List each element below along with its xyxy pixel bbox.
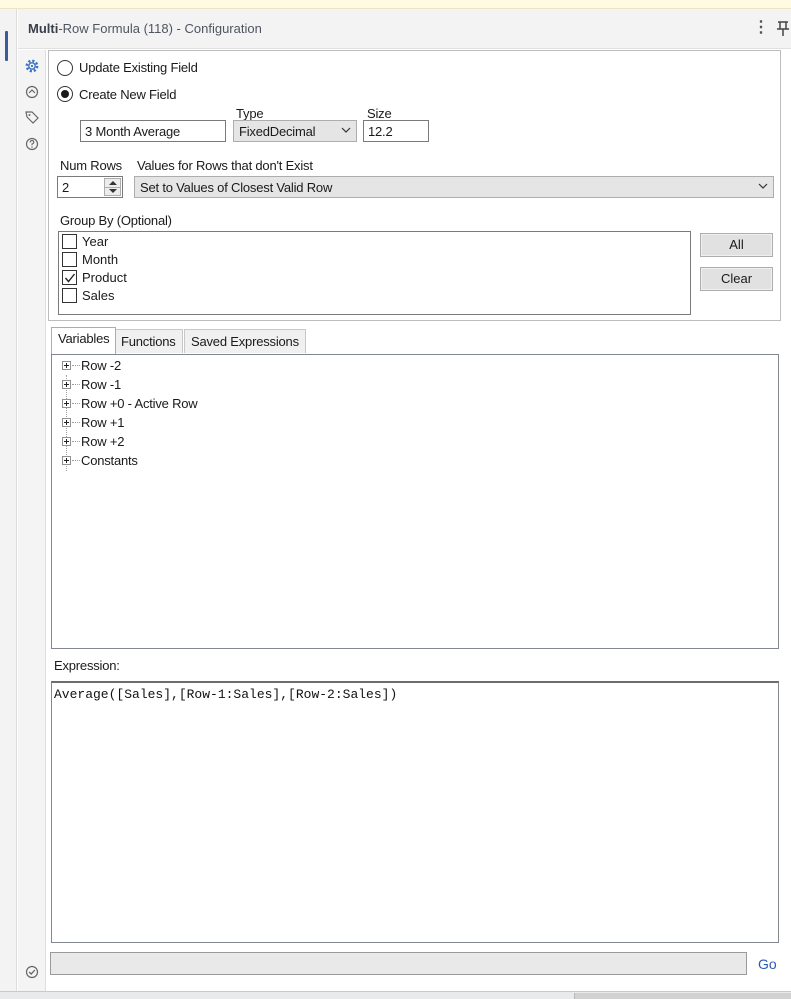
size-label: Size bbox=[367, 106, 392, 121]
update-existing-label[interactable]: Update Existing Field bbox=[79, 60, 198, 75]
configuration-title-bar: Multi-Row Formula (118) - Configuration … bbox=[18, 9, 791, 49]
top-notification-strip bbox=[0, 0, 791, 9]
status-check-icon bbox=[23, 963, 41, 981]
tree-node-label: Row +2 bbox=[81, 434, 125, 449]
go-link[interactable]: Go bbox=[758, 956, 777, 972]
config-sidebar bbox=[18, 50, 46, 991]
arrow-down-icon[interactable] bbox=[109, 189, 117, 193]
tree-node-label: Row -1 bbox=[81, 377, 121, 392]
select-all-button[interactable]: All bbox=[700, 233, 773, 257]
create-new-label[interactable]: Create New Field bbox=[79, 87, 176, 102]
help-icon[interactable] bbox=[23, 135, 41, 153]
expression-label: Expression: bbox=[54, 658, 120, 673]
pin-icon[interactable] bbox=[775, 19, 791, 39]
chevron-down-icon bbox=[758, 180, 768, 192]
clear-button[interactable]: Clear bbox=[700, 267, 773, 291]
num-rows-value: 2 bbox=[62, 180, 70, 195]
scrollbar-thumb[interactable] bbox=[574, 993, 791, 999]
checkbox[interactable] bbox=[62, 288, 77, 303]
group-by-label: Group By (Optional) bbox=[60, 213, 172, 228]
horizontal-scrollbar[interactable] bbox=[0, 991, 791, 999]
update-existing-radio[interactable] bbox=[57, 60, 73, 76]
group-by-item-label: Product bbox=[82, 270, 127, 285]
group-by-item-label: Month bbox=[82, 252, 119, 267]
go-input-bar[interactable] bbox=[50, 952, 747, 975]
variables-tree: Row -2 Row -1 Row +0 - Active Row Row +1… bbox=[51, 354, 779, 649]
checkbox[interactable] bbox=[62, 252, 77, 267]
tab-functions[interactable]: Functions bbox=[114, 329, 183, 353]
chevron-down-icon bbox=[341, 124, 351, 136]
missing-rows-select[interactable]: Set to Values of Closest Valid Row bbox=[134, 176, 774, 198]
dock-tab-marker[interactable] bbox=[5, 31, 8, 61]
field-type-value: FixedDecimal bbox=[239, 124, 316, 139]
new-field-name-input[interactable]: 3 Month Average bbox=[80, 120, 226, 142]
checkmark-icon bbox=[64, 273, 76, 283]
field-type-select[interactable]: FixedDecimal bbox=[233, 120, 357, 142]
tree-node-label: Row -2 bbox=[81, 358, 121, 373]
missing-rows-value: Set to Values of Closest Valid Row bbox=[140, 180, 333, 195]
expand-icon[interactable] bbox=[62, 437, 71, 446]
missing-rows-label: Values for Rows that don't Exist bbox=[137, 158, 313, 173]
tag-icon[interactable] bbox=[23, 108, 41, 126]
gear-icon[interactable] bbox=[23, 57, 41, 75]
tab-saved-expressions[interactable]: Saved Expressions bbox=[184, 329, 306, 353]
tree-node-label: Row +0 - Active Row bbox=[81, 396, 198, 411]
tree-node-label: Constants bbox=[81, 453, 138, 468]
expression-editor[interactable]: Average([Sales],[Row-1:Sales],[Row-2:Sal… bbox=[51, 681, 779, 943]
type-label: Type bbox=[236, 106, 264, 121]
tab-variables[interactable]: Variables bbox=[51, 327, 117, 354]
expand-icon[interactable] bbox=[62, 361, 71, 370]
expand-icon[interactable] bbox=[62, 456, 71, 465]
more-options-icon[interactable]: ⋮ bbox=[753, 18, 769, 38]
checkbox-checked[interactable] bbox=[62, 270, 77, 285]
group-by-list: Year Month Product Sales bbox=[58, 231, 691, 315]
group-by-item-label: Sales bbox=[82, 288, 115, 303]
expand-icon[interactable] bbox=[62, 380, 71, 389]
num-rows-label: Num Rows bbox=[60, 158, 122, 173]
window-title: Multi-Row Formula (118) - Configuration bbox=[28, 21, 262, 36]
expand-icon[interactable] bbox=[62, 399, 71, 408]
group-by-item-label: Year bbox=[82, 234, 109, 249]
left-dock-strip bbox=[0, 9, 17, 999]
expand-icon[interactable] bbox=[62, 418, 71, 427]
create-new-radio[interactable] bbox=[57, 86, 73, 102]
configuration-panel: Update Existing Field Create New Field T… bbox=[48, 50, 781, 321]
num-rows-stepper[interactable]: 2 bbox=[57, 176, 123, 198]
connection-icon[interactable] bbox=[23, 83, 41, 101]
field-size-input[interactable]: 12.2 bbox=[363, 120, 429, 142]
tree-node-label: Row +1 bbox=[81, 415, 125, 430]
checkbox[interactable] bbox=[62, 234, 77, 249]
arrow-up-icon[interactable] bbox=[109, 181, 117, 185]
stepper-buttons[interactable] bbox=[104, 178, 121, 196]
